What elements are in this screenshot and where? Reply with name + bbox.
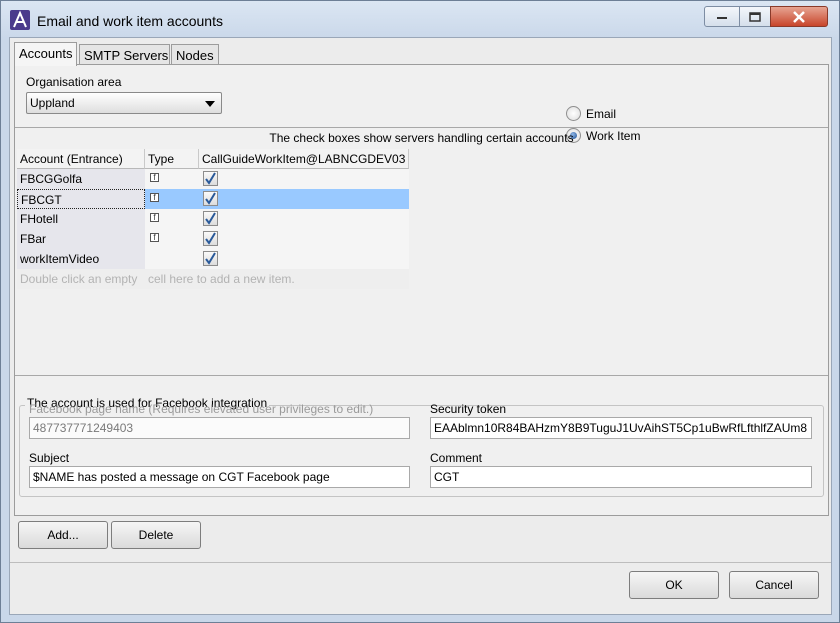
comment-label: Comment xyxy=(430,451,483,465)
empty-hint-part2[interactable]: cell here to add a new item. xyxy=(145,269,409,289)
cancel-button[interactable]: Cancel xyxy=(729,571,819,599)
account-cell[interactable]: FHotell xyxy=(17,209,145,229)
checkbox-checked-icon[interactable] xyxy=(203,251,218,266)
divider-bottom xyxy=(15,375,828,376)
column-header-type[interactable]: Type xyxy=(145,149,199,169)
server-check-cell[interactable] xyxy=(199,189,409,209)
table-header: Account (Entrance) Type CallGuideWorkIte… xyxy=(17,149,409,169)
delete-button[interactable]: Delete xyxy=(111,521,201,549)
column-header-server[interactable]: CallGuideWorkItem@LABNCGDEV03 xyxy=(199,149,409,169)
subject-field[interactable]: $NAME has posted a message on CGT Facebo… xyxy=(29,466,410,488)
tab-accounts[interactable]: Accounts xyxy=(14,42,77,66)
app-logo-icon xyxy=(10,10,30,30)
window-title: Email and work item accounts xyxy=(37,13,223,29)
table-row[interactable]: workItemVideo xyxy=(17,249,409,269)
ok-button[interactable]: OK xyxy=(629,571,719,599)
facebook-icon: f xyxy=(150,213,159,222)
divider-top xyxy=(15,127,828,128)
facebook-icon: f xyxy=(150,233,159,242)
table-empty-row[interactable]: Double click an empty cell here to add a… xyxy=(17,269,409,289)
accounts-panel: Organisation area Uppland Email Work Ite… xyxy=(14,64,829,516)
account-cell[interactable]: FBar xyxy=(17,229,145,249)
checkbox-checked-icon[interactable] xyxy=(203,171,218,186)
radio-email-label: Email xyxy=(586,107,617,121)
table-caption: The check boxes show servers handling ce… xyxy=(269,131,574,145)
facebook-icon: f xyxy=(150,173,159,182)
fb-page-label: Facebook page name (Requires elevated us… xyxy=(29,402,374,416)
account-cell[interactable]: FBCGT xyxy=(17,189,145,209)
table-row[interactable]: FBCGT f xyxy=(17,189,409,209)
org-area-select[interactable]: Uppland xyxy=(26,92,222,114)
type-cell: f xyxy=(145,209,199,229)
security-token-field[interactable]: EAAblmn10R84BAHzmY8B9TuguJ1UvAihST5Cp1uB… xyxy=(430,417,812,439)
checkbox-checked-icon[interactable] xyxy=(203,191,218,206)
facebook-icon: f xyxy=(150,193,159,202)
add-button[interactable]: Add... xyxy=(18,521,108,549)
title-bar[interactable]: Email and work item accounts xyxy=(1,1,839,37)
tab-nodes[interactable]: Nodes xyxy=(171,44,219,65)
table-row[interactable]: FBar f xyxy=(17,229,409,249)
maximize-button[interactable] xyxy=(739,6,771,27)
server-check-cell[interactable] xyxy=(199,249,409,269)
footer-divider xyxy=(10,562,831,563)
account-cell[interactable]: FBCGGolfa xyxy=(17,169,145,189)
account-cell[interactable]: workItemVideo xyxy=(17,249,145,269)
security-token-label: Security token xyxy=(430,402,507,416)
close-button[interactable] xyxy=(770,6,828,27)
type-cell: f xyxy=(145,169,199,189)
dialog-window: Email and work item accounts Accounts SM… xyxy=(0,0,840,623)
subject-label: Subject xyxy=(29,451,70,465)
radio-email-button[interactable] xyxy=(566,106,581,121)
table-row[interactable]: FBCGGolfa f xyxy=(17,169,409,189)
chevron-down-icon xyxy=(205,101,215,107)
fb-page-field[interactable]: 487737771249403 xyxy=(29,417,410,439)
checkbox-checked-icon[interactable] xyxy=(203,231,218,246)
tab-smtp-servers[interactable]: SMTP Servers xyxy=(79,44,170,65)
empty-hint-part1[interactable]: Double click an empty xyxy=(17,269,145,289)
org-area-value: Uppland xyxy=(30,96,75,110)
server-check-cell[interactable] xyxy=(199,169,409,189)
checkbox-checked-icon[interactable] xyxy=(203,211,218,226)
type-cell: f xyxy=(145,229,199,249)
dialog-client: Accounts SMTP Servers Nodes Organisation… xyxy=(9,37,832,615)
type-cell: f xyxy=(145,189,199,209)
minimize-button[interactable] xyxy=(704,6,740,27)
column-header-account[interactable]: Account (Entrance) xyxy=(17,149,145,169)
table-row[interactable]: FHotell f xyxy=(17,209,409,229)
server-check-cell[interactable] xyxy=(199,209,409,229)
comment-field[interactable]: CGT xyxy=(430,466,812,488)
server-check-cell[interactable] xyxy=(199,229,409,249)
org-area-label: Organisation area xyxy=(26,75,122,89)
type-cell xyxy=(145,249,199,269)
